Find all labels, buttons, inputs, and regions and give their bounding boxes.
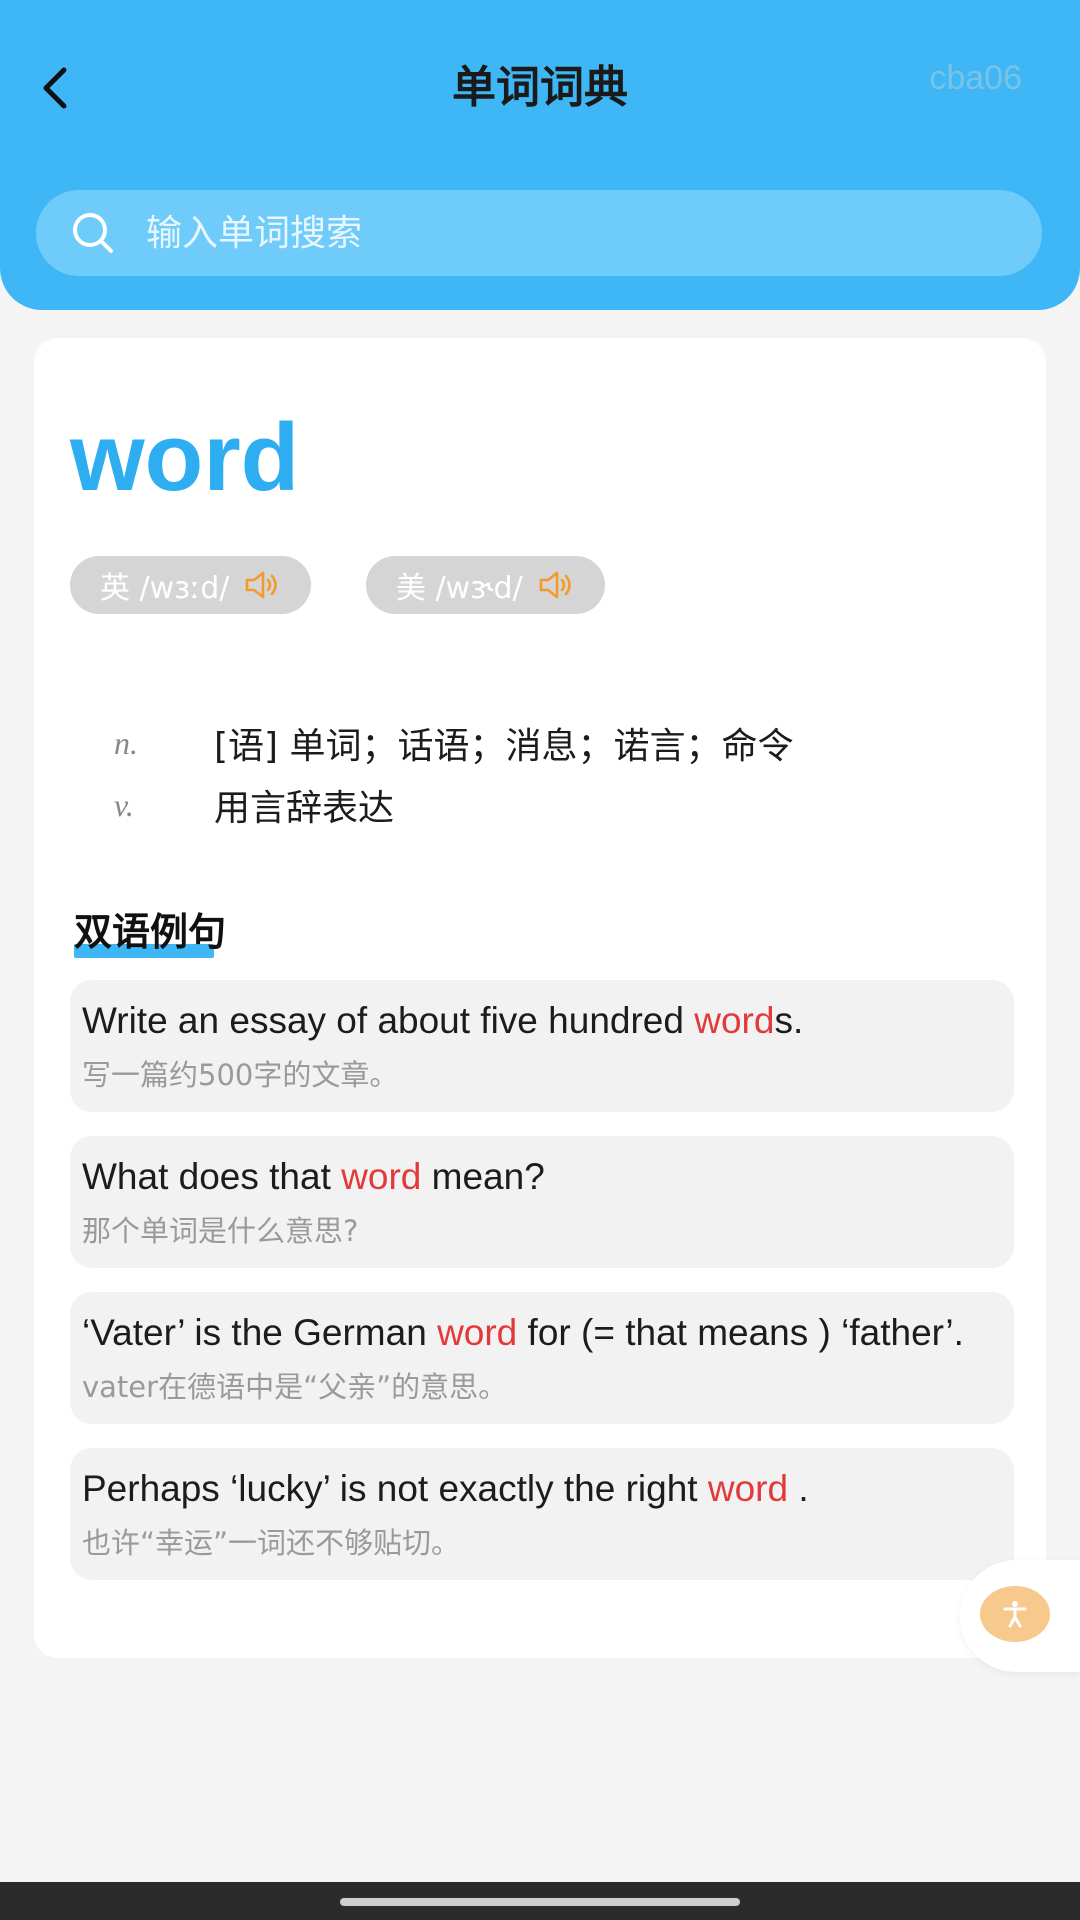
back-button[interactable]: [24, 58, 84, 118]
watermark: cba06: [929, 59, 1022, 97]
example-highlight: word: [707, 1468, 789, 1509]
example-translation: 写一篇约500字的文章。: [82, 1058, 399, 1092]
definition-row: v. 用言辞表达: [114, 774, 794, 836]
example-item[interactable]: Perhaps ‘lucky’ is not exactly the right…: [70, 1448, 1014, 1580]
pronunciation-uk-label: 英 /wɜːd/: [100, 571, 230, 606]
chevron-left-icon: [43, 67, 67, 109]
part-of-speech: v.: [114, 786, 134, 823]
pronunciation-uk-button[interactable]: 英 /wɜːd/: [70, 556, 312, 614]
example-text: What does that: [82, 1156, 342, 1197]
section-title-text: 双语例句: [74, 910, 227, 954]
example-text: Perhaps ‘lucky’ is not exactly the right: [82, 1468, 708, 1509]
definition-meaning: [语] 单词；话语；消息；诺言；命令: [214, 726, 794, 767]
example-text: mean?: [421, 1156, 545, 1197]
search-icon: [68, 208, 118, 258]
word-card: word 英 /wɜːd/ 美 /wɝd/ n. [语] 单词；话语；消息；诺言…: [34, 338, 1046, 1658]
search-bar[interactable]: [36, 190, 1042, 276]
search-input[interactable]: [146, 203, 1042, 263]
example-highlight: word: [341, 1156, 422, 1197]
example-text: Write an essay of about five hundred: [82, 1000, 695, 1041]
example-english: ‘Vater’ is the German word for (= that m…: [82, 1302, 1002, 1364]
accessibility-icon: [1003, 1601, 1027, 1628]
example-english: Perhaps ‘lucky’ is not exactly the right…: [82, 1458, 1002, 1520]
speaker-icon: [537, 569, 577, 601]
example-text: s.: [774, 1000, 804, 1041]
example-item[interactable]: ‘Vater’ is the German word for (= that m…: [70, 1292, 1014, 1424]
example-english: Write an essay of about five hundred wor…: [82, 990, 1002, 1052]
header: 单词词典 cba06: [0, 0, 1080, 310]
example-translation: vater在德语中是“父亲”的意思。: [82, 1370, 508, 1404]
headword: word: [70, 404, 300, 511]
example-english: What does that word mean?: [82, 1146, 1002, 1208]
speaker-icon: [243, 569, 283, 601]
definition-meaning: 用言辞表达: [214, 788, 395, 829]
example-item[interactable]: What does that word mean? 那个单词是什么意思?: [70, 1136, 1014, 1268]
example-text: for (= that means ) ‘father’.: [517, 1312, 964, 1353]
pronunciation-us-button[interactable]: 美 /wɝd/: [366, 556, 605, 614]
example-item[interactable]: Write an essay of about five hundred wor…: [70, 980, 1014, 1112]
example-highlight: word: [437, 1312, 518, 1353]
definitions: n. [语] 单词；话语；消息；诺言；命令 v. 用言辞表达: [114, 712, 794, 836]
pronunciation-us-label: 美 /wɝd/: [396, 571, 523, 606]
part-of-speech: n.: [114, 724, 138, 761]
example-translation: 也许“幸运”一词还不够贴切。: [82, 1526, 461, 1560]
example-highlight: word: [694, 1000, 775, 1041]
floating-shelf: [960, 1560, 1080, 1672]
example-text: ‘Vater’ is the German: [82, 1312, 438, 1353]
example-text: .: [788, 1468, 809, 1509]
definition-row: n. [语] 单词；话语；消息；诺言；命令: [114, 712, 794, 774]
page-title: 单词词典: [452, 62, 628, 113]
home-indicator[interactable]: [340, 1898, 740, 1906]
section-title: 双语例句: [74, 906, 226, 958]
example-list: Write an essay of about five hundred wor…: [70, 980, 1014, 1604]
example-translation: 那个单词是什么意思?: [82, 1214, 359, 1248]
accessibility-button[interactable]: [980, 1586, 1050, 1642]
